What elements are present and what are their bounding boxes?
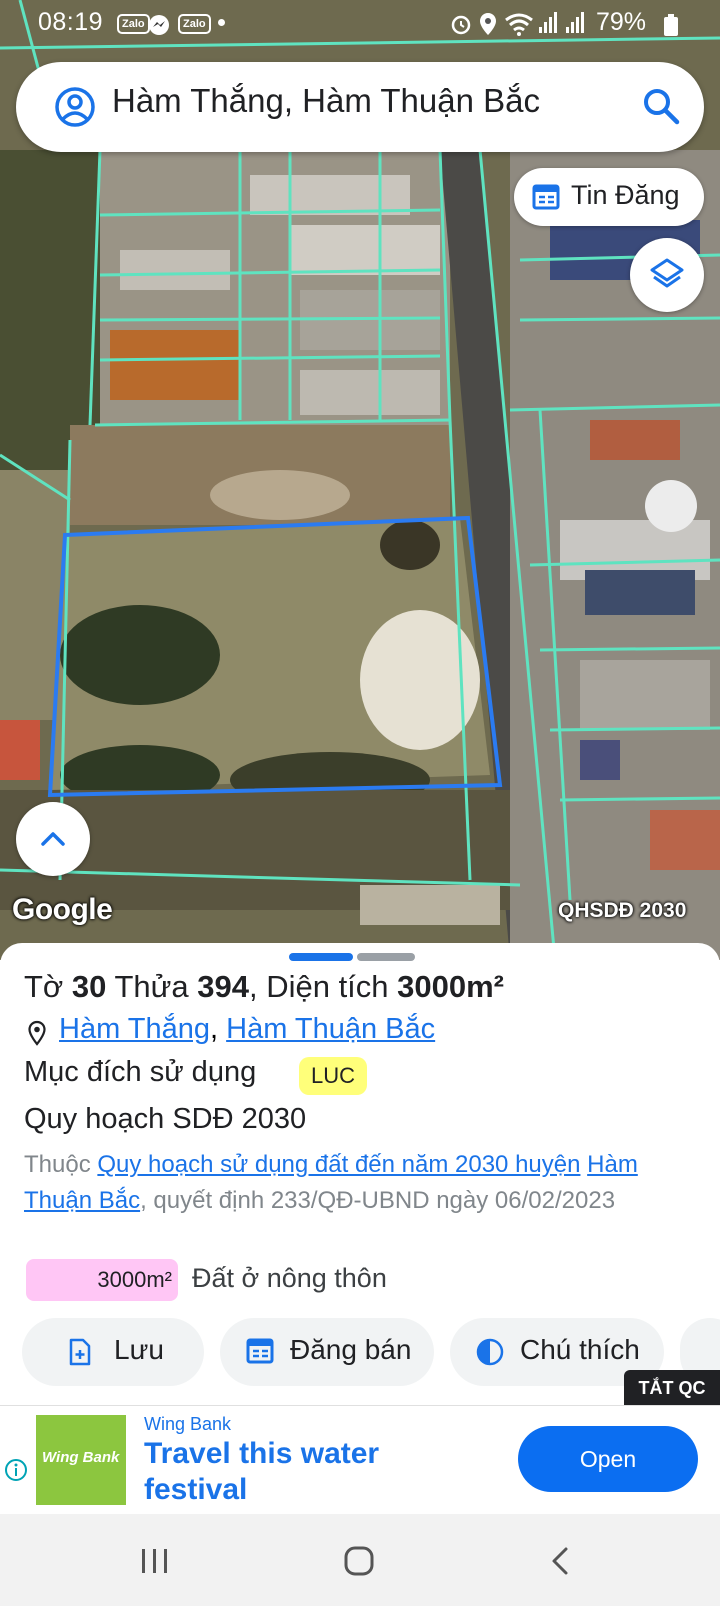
- status-bar: 08:19 Zalo Zalo 79%: [0, 0, 720, 46]
- plan-description: Thuộc Quy hoạch sử dụng đất đến năm 2030…: [24, 1147, 674, 1219]
- alarm-icon: [451, 15, 471, 35]
- battery-level: 79%: [596, 8, 647, 36]
- commune-link[interactable]: Hàm Thắng: [59, 1013, 210, 1045]
- recent-apps-icon[interactable]: [140, 1547, 170, 1575]
- chevron-up-icon: [41, 832, 65, 846]
- search-icon[interactable]: [641, 86, 681, 126]
- expand-sheet-button[interactable]: [16, 802, 90, 876]
- zoning-area-swatch: 3000m²: [26, 1259, 178, 1301]
- contrast-icon: [476, 1338, 504, 1366]
- ad-info-icon[interactable]: [4, 1458, 28, 1482]
- plan-link[interactable]: Quy hoạch sử dụng đất đến năm 2030 huyện: [97, 1151, 580, 1178]
- listings-button[interactable]: Tin Đăng: [514, 168, 704, 226]
- account-icon[interactable]: [54, 86, 96, 128]
- listings-icon: [532, 184, 560, 210]
- messenger-icon: [149, 15, 169, 35]
- location-separator: ,: [210, 1013, 219, 1045]
- parcel-info-sheet: Tờ 30 Thửa 394, Diện tích 3000m² Hàm Thắ…: [0, 943, 720, 1393]
- hide-ads-button[interactable]: TẮT QC: [624, 1370, 720, 1406]
- ad-logo-text: Wing Bank: [42, 1449, 120, 1466]
- add-file-icon: [69, 1338, 91, 1366]
- land-use-purpose-label: Mục đích sử dụng: [24, 1056, 257, 1088]
- sheet-number: 30: [71, 969, 107, 1004]
- ad-banner[interactable]: Wing Bank Wing Bank Travel this water fe…: [0, 1405, 720, 1513]
- map-layer-label: QHSDĐ 2030: [558, 899, 687, 922]
- sheet-label: Tờ: [24, 969, 64, 1004]
- listings-label: Tin Đăng: [571, 180, 680, 210]
- home-icon[interactable]: [343, 1545, 375, 1577]
- map-view[interactable]: 08:19 Zalo Zalo 79% Hàm Thắng, Hàm Thuận…: [0, 0, 720, 960]
- location-pin-icon: [28, 1020, 46, 1046]
- post-sale-label: Đăng bán: [290, 1334, 412, 1365]
- signal-icon-2: [566, 12, 584, 33]
- zoning-type-label: Đất ở nông thôn: [192, 1263, 387, 1293]
- signal-icon: [539, 12, 557, 33]
- save-label: Lưu: [114, 1334, 164, 1365]
- land-use-code-badge: LUC: [299, 1057, 368, 1095]
- ad-brand[interactable]: Wing Bank: [144, 1414, 231, 1435]
- plot-number: 394: [197, 969, 249, 1004]
- district-link[interactable]: Hàm Thuận Bắc: [226, 1013, 435, 1045]
- map-control-dot[interactable]: [645, 480, 697, 532]
- layers-button[interactable]: [630, 238, 704, 312]
- ad-open-button[interactable]: Open: [518, 1426, 698, 1492]
- back-icon[interactable]: [550, 1546, 570, 1576]
- area-value: 3000m²: [397, 969, 505, 1004]
- ad-headline[interactable]: Travel this water festival: [144, 1436, 474, 1508]
- area-label: , Diện tích: [248, 969, 389, 1004]
- plan-title: Quy hoạch SDĐ 2030: [24, 1103, 307, 1135]
- plot-label: Thửa: [114, 969, 189, 1004]
- post-sale-button[interactable]: Đăng bán: [220, 1318, 434, 1386]
- ad-logo[interactable]: Wing Bank: [36, 1415, 126, 1505]
- plan-suffix: , quyết định 233/QĐ-UBND ngày 06/02/2023: [140, 1187, 616, 1214]
- location-icon: [480, 13, 496, 35]
- wifi-icon: [505, 13, 533, 36]
- status-time: 08:19: [38, 8, 104, 36]
- save-button[interactable]: Lưu: [22, 1318, 204, 1386]
- system-nav-bar: [0, 1514, 720, 1606]
- sheet-handle[interactable]: [289, 953, 353, 961]
- parcel-title: Tờ 30 Thửa 394, Diện tích 3000m²: [24, 969, 504, 1005]
- search-bar[interactable]: Hàm Thắng, Hàm Thuận Bắc: [16, 62, 704, 152]
- zalo-icon-2: Zalo: [178, 14, 211, 34]
- battery-icon: [664, 14, 678, 36]
- calendar-icon: [246, 1338, 274, 1364]
- notification-dot: [218, 19, 225, 26]
- layers-icon: [650, 258, 684, 288]
- zalo-icon: Zalo: [117, 14, 150, 34]
- google-logo: Google: [12, 893, 113, 926]
- plan-prefix: Thuộc: [24, 1151, 91, 1178]
- legend-label: Chú thích: [520, 1334, 640, 1365]
- search-query[interactable]: Hàm Thắng, Hàm Thuận Bắc: [112, 82, 540, 120]
- sheet-handle-secondary[interactable]: [357, 953, 415, 961]
